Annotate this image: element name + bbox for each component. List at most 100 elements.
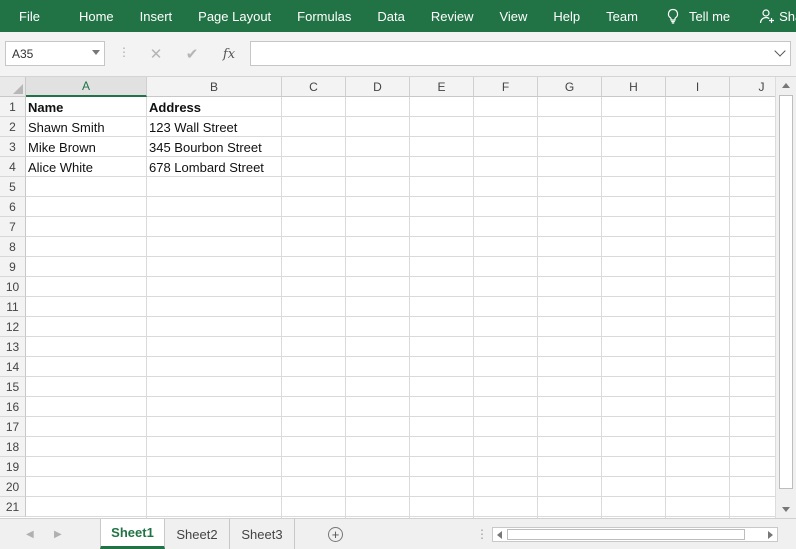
row-gridline bbox=[26, 316, 775, 317]
column-gridline bbox=[473, 97, 474, 518]
scroll-left-icon[interactable] bbox=[497, 531, 502, 539]
tell-me-search[interactable]: Tell me bbox=[651, 0, 743, 32]
column-header-i[interactable]: I bbox=[666, 77, 730, 97]
tab-help[interactable]: Help bbox=[540, 0, 593, 32]
column-header-h[interactable]: H bbox=[602, 77, 666, 97]
row-header-20[interactable]: 20 bbox=[0, 477, 26, 497]
row-header-14[interactable]: 14 bbox=[0, 357, 26, 377]
row-gridline bbox=[26, 516, 775, 517]
chevron-down-icon[interactable] bbox=[92, 50, 100, 55]
row-gridline bbox=[26, 396, 775, 397]
column-header-a[interactable]: A bbox=[26, 77, 147, 97]
ribbon-menubar: File Home Insert Page Layout Formulas Da… bbox=[0, 0, 796, 32]
column-header-b[interactable]: B bbox=[147, 77, 282, 97]
sheet-tab-sheet1[interactable]: Sheet1 bbox=[100, 519, 165, 549]
share-label: Share bbox=[779, 8, 796, 24]
horizontal-scrollbar[interactable] bbox=[492, 527, 778, 542]
sheet-tab-sheet3[interactable]: Sheet3 bbox=[230, 519, 295, 549]
row-header-17[interactable]: 17 bbox=[0, 417, 26, 437]
cell-b1[interactable]: Address bbox=[147, 97, 282, 117]
row-header-8[interactable]: 8 bbox=[0, 237, 26, 257]
vertical-scroll-thumb[interactable] bbox=[779, 95, 793, 489]
cell-b3[interactable]: 345 Bourbon Street bbox=[147, 137, 282, 157]
row-header-5[interactable]: 5 bbox=[0, 177, 26, 197]
row-gridline bbox=[26, 416, 775, 417]
column-header-f[interactable]: F bbox=[474, 77, 538, 97]
column-gridline bbox=[601, 97, 602, 518]
resize-handle-icon[interactable]: ⋮ bbox=[118, 45, 130, 59]
lightbulb-icon bbox=[665, 8, 681, 24]
select-all-corner[interactable] bbox=[0, 77, 26, 97]
tab-data[interactable]: Data bbox=[364, 0, 417, 32]
row-header-4[interactable]: 4 bbox=[0, 157, 26, 177]
prev-sheet-icon[interactable]: ◀ bbox=[26, 529, 34, 540]
tab-team[interactable]: Team bbox=[593, 0, 651, 32]
tab-formulas[interactable]: Formulas bbox=[284, 0, 364, 32]
tab-insert[interactable]: Insert bbox=[127, 0, 186, 32]
cell-a3[interactable]: Mike Brown bbox=[26, 137, 147, 157]
vertical-scrollbar[interactable] bbox=[775, 77, 796, 518]
expand-formula-icon[interactable] bbox=[774, 45, 786, 57]
tab-page-layout[interactable]: Page Layout bbox=[185, 0, 284, 32]
column-header-d[interactable]: D bbox=[346, 77, 410, 97]
splitter-handle-icon[interactable]: ⋮ bbox=[476, 527, 488, 541]
row-gridline bbox=[26, 236, 775, 237]
row-gridline bbox=[26, 376, 775, 377]
cell-a1[interactable]: Name bbox=[26, 97, 147, 117]
row-gridline bbox=[26, 476, 775, 477]
row-header-16[interactable]: 16 bbox=[0, 397, 26, 417]
tab-review[interactable]: Review bbox=[418, 0, 487, 32]
row-header-1[interactable]: 1 bbox=[0, 97, 26, 117]
row-header-7[interactable]: 7 bbox=[0, 217, 26, 237]
row-header-19[interactable]: 19 bbox=[0, 457, 26, 477]
column-header-j[interactable]: J bbox=[730, 77, 775, 97]
formula-bar: A35 ⋮ ✕ ✔ fx bbox=[0, 32, 796, 77]
add-sheet-icon[interactable]: + bbox=[328, 527, 343, 542]
row-gridline bbox=[26, 276, 775, 277]
tell-me-label: Tell me bbox=[688, 8, 731, 24]
next-sheet-icon[interactable]: ▶ bbox=[54, 529, 62, 540]
row-gridline bbox=[26, 196, 775, 197]
worksheet-grid[interactable]: A B C D E F G H I J 1 2 3 4 5 6 7 8 9 10 11 12 13 14 15 16 17 18 19 2… bbox=[0, 77, 775, 518]
row-header-9[interactable]: 9 bbox=[0, 257, 26, 277]
row-gridline bbox=[26, 336, 775, 337]
row-header-13[interactable]: 13 bbox=[0, 337, 26, 357]
scroll-down-icon[interactable] bbox=[782, 507, 790, 512]
row-header-21[interactable]: 21 bbox=[0, 497, 26, 517]
formula-input[interactable] bbox=[250, 41, 791, 66]
cell-a4[interactable]: Alice White bbox=[26, 157, 147, 177]
sheet-tab-bar: ◀ ▶ Sheet1 Sheet2 Sheet3 + ⋮ bbox=[0, 518, 796, 549]
cell-b4[interactable]: 678 Lombard Street bbox=[147, 157, 282, 177]
row-gridline bbox=[26, 256, 775, 257]
row-header-15[interactable]: 15 bbox=[0, 377, 26, 397]
row-header-6[interactable]: 6 bbox=[0, 197, 26, 217]
column-header-c[interactable]: C bbox=[282, 77, 346, 97]
row-header-18[interactable]: 18 bbox=[0, 437, 26, 457]
row-header-12[interactable]: 12 bbox=[0, 317, 26, 337]
row-gridline bbox=[26, 436, 775, 437]
column-gridline bbox=[537, 97, 538, 518]
scroll-right-icon[interactable] bbox=[768, 531, 773, 539]
sheet-tab-sheet2[interactable]: Sheet2 bbox=[165, 519, 230, 549]
column-gridline bbox=[409, 97, 410, 518]
insert-function-icon[interactable]: fx bbox=[218, 44, 240, 64]
horizontal-scroll-thumb[interactable] bbox=[507, 529, 745, 540]
share-button[interactable]: Share bbox=[743, 0, 796, 32]
row-header-2[interactable]: 2 bbox=[0, 117, 26, 137]
name-box[interactable]: A35 bbox=[5, 41, 105, 66]
row-header-3[interactable]: 3 bbox=[0, 137, 26, 157]
person-icon bbox=[759, 8, 775, 24]
row-gridline bbox=[26, 296, 775, 297]
tab-file[interactable]: File bbox=[0, 0, 66, 32]
check-icon[interactable]: ✔ bbox=[182, 44, 202, 64]
row-header-10[interactable]: 10 bbox=[0, 277, 26, 297]
cell-a2[interactable]: Shawn Smith bbox=[26, 117, 147, 137]
column-header-g[interactable]: G bbox=[538, 77, 602, 97]
column-header-e[interactable]: E bbox=[410, 77, 474, 97]
row-header-11[interactable]: 11 bbox=[0, 297, 26, 317]
tab-home[interactable]: Home bbox=[66, 0, 127, 32]
scroll-up-icon[interactable] bbox=[782, 83, 790, 88]
cell-b2[interactable]: 123 Wall Street bbox=[147, 117, 282, 137]
cancel-icon[interactable]: ✕ bbox=[146, 44, 166, 64]
tab-view[interactable]: View bbox=[486, 0, 540, 32]
